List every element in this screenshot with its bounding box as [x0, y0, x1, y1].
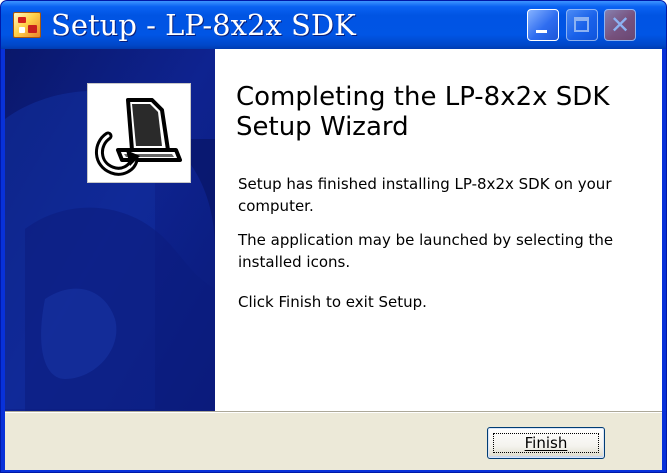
- title-bar[interactable]: Setup - LP-8x2x SDK ✕: [1, 1, 666, 49]
- launch-instructions-text: The application may be launched by selec…: [238, 231, 614, 271]
- close-icon: ✕: [609, 11, 631, 39]
- wizard-content-panel: Completing the LP-8x2x SDK Setup Wizard …: [215, 49, 662, 411]
- wizard-heading: Completing the LP-8x2x SDK Setup Wizard: [236, 82, 610, 142]
- finish-button[interactable]: Finish: [487, 427, 605, 459]
- finished-installing-text: Setup has finished installing LP-8x2x SD…: [238, 175, 612, 215]
- minimize-button[interactable]: [527, 9, 559, 41]
- maximize-icon: [574, 17, 589, 32]
- close-button: ✕: [604, 9, 636, 41]
- computer-install-icon: [87, 83, 191, 183]
- wizard-client-area: Completing the LP-8x2x SDK Setup Wizard …: [5, 49, 662, 470]
- maximize-button: [566, 9, 598, 41]
- installer-app-icon[interactable]: [13, 12, 41, 38]
- setup-window: Setup - LP-8x2x SDK ✕ Completing the LP-…: [0, 0, 667, 473]
- wizard-side-panel: [5, 49, 215, 411]
- window-title: Setup - LP-8x2x SDK: [51, 8, 356, 42]
- button-area-separator: [5, 411, 662, 413]
- exit-instructions-text: Click Finish to exit Setup.: [238, 293, 427, 311]
- finish-button-label: Finish: [524, 434, 568, 452]
- minimize-icon: [536, 30, 547, 33]
